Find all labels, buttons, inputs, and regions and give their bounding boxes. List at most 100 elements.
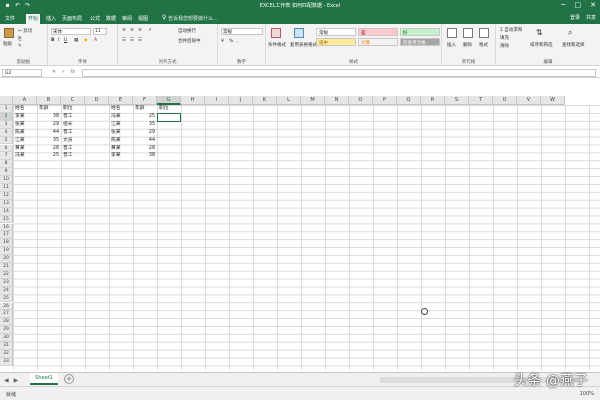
paste-button[interactable]: 粘贴	[3, 41, 12, 47]
column-header[interactable]: U	[493, 96, 517, 105]
row-header[interactable]: 4	[0, 128, 13, 137]
minimize-button[interactable]: ─	[561, 1, 565, 9]
align-right-icon[interactable]: ☰	[138, 38, 142, 43]
share-button[interactable]: 共享	[586, 14, 596, 21]
cell[interactable]: 25	[133, 113, 157, 121]
bold-button[interactable]: B	[51, 38, 54, 43]
cell[interactable]: 职位	[61, 105, 85, 113]
cell[interactable]: 李某	[109, 152, 133, 160]
find-select-button[interactable]: 查找和选择	[562, 42, 585, 48]
cell[interactable]: 职位	[157, 105, 181, 113]
delete-cells-icon[interactable]	[463, 28, 473, 38]
cell[interactable]: 陈某	[109, 137, 133, 145]
cell[interactable]: 文员	[61, 137, 85, 145]
formula-input[interactable]	[82, 69, 596, 77]
row-header[interactable]: 29	[0, 326, 13, 335]
row-header[interactable]: 20	[0, 255, 13, 263]
style-calculation[interactable]: 计算	[358, 38, 398, 46]
prev-sheet-icon[interactable]: ◀	[4, 377, 9, 384]
column-header[interactable]: S	[445, 96, 469, 105]
column-header[interactable]: M	[301, 96, 325, 105]
underline-button[interactable]: U	[64, 38, 67, 43]
merge-center-button[interactable]: 合并后居中	[178, 38, 201, 44]
column-header[interactable]: C	[61, 96, 85, 105]
row-header[interactable]: 27	[0, 310, 13, 319]
column-header[interactable]: J	[229, 96, 253, 105]
column-header[interactable]: W	[541, 96, 565, 105]
row-header[interactable]: 15	[0, 215, 13, 224]
currency-icon[interactable]: ¥	[221, 39, 224, 44]
function-icon[interactable]: fx	[70, 69, 75, 75]
row-header[interactable]: 16	[0, 223, 13, 232]
row-header[interactable]: 1	[0, 105, 13, 113]
style-neutral[interactable]: 适中	[316, 38, 356, 46]
row-header[interactable]: 13	[0, 199, 13, 208]
cell[interactable]: 黄某	[13, 145, 37, 153]
font-name-select[interactable]: 宋体	[51, 28, 91, 35]
row-header[interactable]: 30	[0, 334, 13, 342]
column-header[interactable]: T	[469, 96, 493, 105]
border-icon[interactable]: ▦	[74, 38, 78, 43]
format-cells-button[interactable]: 格式	[479, 42, 488, 48]
column-header[interactable]: V	[517, 96, 541, 105]
row-header[interactable]: 14	[0, 207, 13, 216]
row-header[interactable]: 7	[0, 152, 13, 161]
row-header[interactable]: 10	[0, 176, 13, 184]
column-header[interactable]: E	[109, 96, 133, 105]
row-header[interactable]: 28	[0, 318, 13, 327]
column-header[interactable]: L	[277, 96, 301, 105]
close-button[interactable]: ✕	[590, 1, 596, 9]
percent-icon[interactable]: %	[229, 39, 233, 44]
sort-filter-button[interactable]: 排序和筛选	[530, 42, 553, 48]
conditional-format-icon[interactable]	[271, 28, 281, 38]
sign-in-link[interactable]: 登录	[570, 14, 580, 21]
align-middle-icon[interactable]: ≡	[130, 28, 134, 33]
align-bottom-icon[interactable]: ≡	[138, 28, 142, 33]
column-header[interactable]: R	[421, 96, 445, 105]
column-header[interactable]: I	[205, 96, 229, 105]
cell[interactable]: 29	[37, 121, 61, 129]
column-header[interactable]: O	[349, 96, 373, 105]
row-header[interactable]: 18	[0, 239, 13, 248]
cell[interactable]: 江某	[109, 121, 133, 129]
fill-color-icon[interactable]: ◆	[84, 38, 87, 43]
sheet-tab-sheet1[interactable]: Sheet1	[30, 373, 58, 385]
conditional-format-button[interactable]: 条件格式	[268, 42, 286, 48]
cell[interactable]: 冯某	[13, 152, 37, 160]
row-header[interactable]: 6	[0, 144, 13, 153]
column-header[interactable]: F	[133, 96, 157, 105]
row-header[interactable]: 5	[0, 136, 13, 145]
row-header[interactable]: 22	[0, 270, 13, 279]
row-header[interactable]: 12	[0, 191, 13, 200]
row-header[interactable]: 11	[0, 184, 13, 192]
style-check-cell[interactable]: 检查单元格	[400, 38, 440, 46]
insert-cells-button[interactable]: 插入	[447, 42, 456, 48]
row-header[interactable]: 23	[0, 278, 13, 287]
align-top-icon[interactable]: ≡	[122, 28, 126, 33]
cancel-icon[interactable]: ✕	[52, 69, 56, 75]
format-as-table-icon[interactable]	[294, 28, 304, 38]
font-size-select[interactable]: 11	[93, 28, 107, 35]
row-header[interactable]: 21	[0, 263, 13, 271]
italic-button[interactable]: I	[58, 38, 59, 43]
cell[interactable]: 李某	[13, 113, 37, 121]
tab-formulas[interactable]: 公式	[88, 14, 102, 23]
find-icon[interactable]: ⌕	[568, 28, 572, 38]
autosum-button[interactable]: Σ 自动求和	[500, 27, 522, 33]
copy-icon[interactable]: ⎘	[18, 36, 22, 42]
zoom-level[interactable]: 100%	[580, 391, 594, 397]
cell[interactable]: 江某	[13, 137, 37, 145]
cell[interactable]: 44	[133, 137, 157, 145]
column-header[interactable]: Q	[397, 96, 421, 105]
align-left-icon[interactable]: ☰	[122, 38, 126, 43]
cell[interactable]: 35	[133, 121, 157, 129]
style-good[interactable]: 好	[400, 28, 440, 36]
paste-icon[interactable]	[4, 28, 14, 38]
row-header[interactable]: 32	[0, 349, 13, 358]
cut-button[interactable]: ✂ 剪切	[18, 28, 32, 34]
tab-review[interactable]: 审阅	[120, 14, 134, 23]
column-header[interactable]: G	[157, 96, 181, 105]
font-color-icon[interactable]: A	[94, 38, 97, 43]
column-header[interactable]: B	[37, 96, 61, 105]
cell[interactable]: 黄某	[109, 145, 133, 153]
